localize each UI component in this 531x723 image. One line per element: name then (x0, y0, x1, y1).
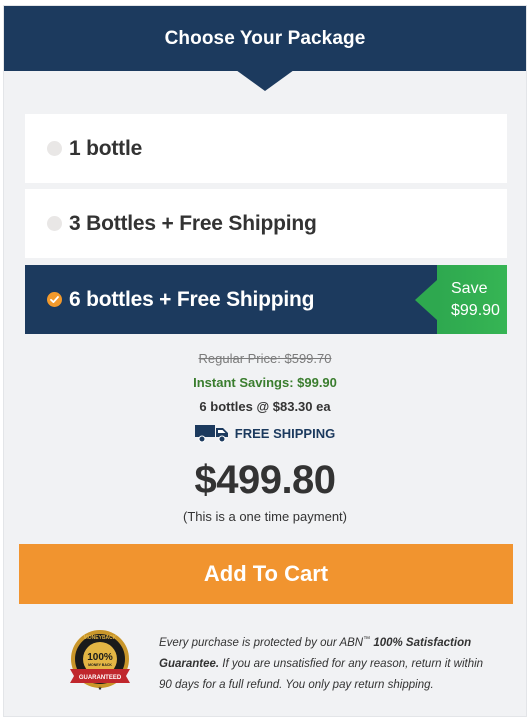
radio-button[interactable] (47, 216, 62, 231)
header-arrow (236, 70, 294, 91)
badge-save-label: Save (451, 279, 488, 297)
per-bottle-price: 6 bottles @ $83.30 ea (199, 399, 331, 414)
radio-button[interactable] (47, 141, 62, 156)
package-card: Choose Your Package 1 bottle 3 Bottles +… (3, 5, 527, 717)
page-title: Choose Your Package (164, 27, 366, 49)
seal-star: ★ (98, 686, 103, 692)
badge-save-amount: $99.90 (451, 301, 500, 319)
seal-top-text: MONEYBACK (84, 635, 117, 641)
one-time-payment-note: (This is a one time payment) (182, 509, 347, 524)
option-label: 1 bottle (69, 136, 143, 160)
package-option-6-bottles[interactable]: 6 bottles + Free Shipping Save $99.90 (25, 265, 507, 334)
option-label: 6 bottles + Free Shipping (69, 287, 315, 311)
badge-body: Save $99.90 (437, 265, 507, 334)
free-shipping-label: FREE SHIPPING (234, 425, 336, 441)
instant-savings: Instant Savings: $99.90 (193, 375, 337, 390)
package-header: Choose Your Package (4, 6, 526, 71)
package-option-1-bottle[interactable]: 1 bottle (25, 114, 507, 183)
check-circle-icon[interactable] (47, 292, 62, 307)
seal-percent: 100% (87, 652, 113, 663)
free-shipping-row: FREE SHIPPING (4, 423, 526, 443)
badge-notch (415, 279, 437, 320)
save-badge: Save $99.90 (415, 265, 507, 334)
seal-ribbon-text: GUARANTEED (79, 675, 122, 681)
guarantee-seal-icon: MONEYBACK 100% MONEY BACK GUARANTEED ★ (70, 630, 130, 692)
delivery-truck-icon (194, 425, 228, 443)
package-option-3-bottles[interactable]: 3 Bottles + Free Shipping (25, 189, 507, 258)
add-to-cart-button[interactable]: Add To Cart (19, 544, 513, 604)
guarantee-text: Every purchase is protected by our ABN™ … (159, 629, 489, 696)
guarantee-intro: Every purchase is protected by our ABN (159, 636, 364, 649)
trademark-mark: ™ (363, 636, 371, 643)
option-label: 3 Bottles + Free Shipping (69, 211, 317, 235)
seal-small-text: MONEY BACK (88, 663, 112, 667)
total-price: $499.80 (194, 458, 336, 502)
regular-price: Regular Price: $599.70 (198, 351, 332, 366)
